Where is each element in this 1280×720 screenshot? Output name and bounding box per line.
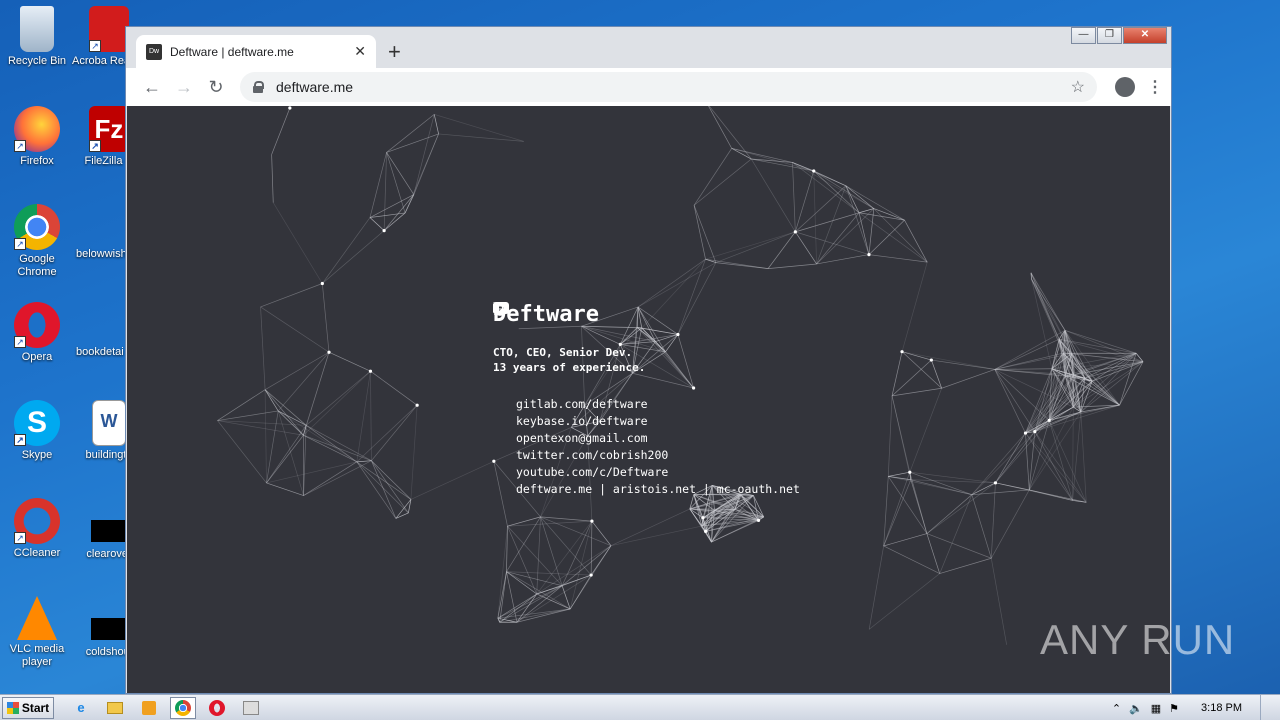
media-player-icon[interactable]: [136, 697, 162, 719]
link-gitlab[interactable]: gitlab.com/deftware: [493, 302, 800, 412]
taskbar: Start e ⌃ 🔈 ▦ ⚑ 3:18 PM: [0, 694, 1280, 720]
link-youtube[interactable]: youtube.com/c/Deftware: [493, 302, 800, 480]
tray-expand-icon[interactable]: ⌃: [1112, 702, 1121, 715]
bookmark-star-icon[interactable]: ☆: [1071, 77, 1085, 97]
browser-toolbar: ← → ↻ deftware.me ☆ ⋮: [126, 68, 1171, 106]
volume-icon[interactable]: 🔈: [1129, 702, 1143, 715]
link-text[interactable]: keybase.io/deftware: [516, 414, 648, 428]
filezilla-icon: Fz ↗: [89, 106, 129, 152]
address-bar[interactable]: deftware.me ☆: [240, 72, 1097, 102]
twitter-icon: [493, 302, 509, 462]
file-thumbnail: [91, 618, 127, 640]
show-desktop-button[interactable]: [1260, 695, 1272, 720]
desktop-icon-firefox[interactable]: ↗ Firefox: [0, 106, 74, 168]
youtube-icon: [493, 302, 509, 479]
chrome-icon: ↗: [14, 204, 60, 250]
opera-taskbar-icon[interactable]: [204, 697, 230, 719]
link-keybase[interactable]: keybase.io/deftware: [493, 302, 800, 429]
globe-icon: [493, 302, 509, 496]
page-viewport: Deftware CTO, CEO, Senior Dev. 13 years …: [127, 106, 1170, 693]
desktop-icon-chrome[interactable]: ↗ Google Chrome: [0, 204, 74, 279]
page-content: Deftware CTO, CEO, Senior Dev. 13 years …: [493, 302, 800, 497]
key-icon: [493, 302, 509, 428]
internet-explorer-icon[interactable]: e: [68, 697, 94, 719]
chrome-menu-icon[interactable]: ⋮: [1147, 77, 1163, 97]
browser-tab[interactable]: Dw Deftware | deftware.me ✕: [136, 35, 376, 68]
deftware-favicon-icon: Dw: [146, 43, 162, 60]
intro-text: CTO, CEO, Senior Dev. 13 years of experi…: [493, 345, 800, 375]
new-tab-button[interactable]: +: [388, 39, 401, 65]
reload-icon[interactable]: ↻: [200, 77, 232, 98]
close-window-button[interactable]: ✕: [1123, 27, 1167, 44]
file-explorer-icon[interactable]: [102, 697, 128, 719]
vlc-icon: [17, 596, 57, 640]
ccleaner-icon: ↗: [14, 498, 60, 544]
mail-icon: [493, 302, 509, 445]
start-label: Start: [21, 700, 50, 715]
acrobat-icon: ↗: [89, 6, 129, 52]
firefox-icon: ↗: [14, 106, 60, 152]
browser-window: — ❐ ✕ Dw Deftware | deftware.me ✕ + ← → …: [125, 26, 1172, 694]
windows-logo-icon: [6, 701, 19, 714]
profile-avatar-icon[interactable]: [1115, 77, 1135, 97]
recycle-bin-icon: [20, 6, 54, 52]
window-controls: — ❐ ✕: [1071, 27, 1167, 44]
desktop-icon-ccleaner[interactable]: ↗ CCleaner: [0, 498, 74, 560]
skype-icon: S ↗: [14, 400, 60, 446]
links-list: gitlab.com/deftware keybase.io/deftware …: [493, 302, 800, 497]
link-text[interactable]: gitlab.com/deftware: [516, 397, 648, 411]
link-twitter[interactable]: twitter.com/cobrish200: [493, 302, 800, 463]
github-icon: [493, 302, 509, 411]
page-title: Deftware: [493, 302, 599, 327]
anyrun-watermark: ANY RUN: [1040, 616, 1236, 663]
installer-taskbar-icon[interactable]: [238, 697, 264, 719]
link-text[interactable]: twitter.com/cobrish200: [516, 448, 668, 462]
action-center-flag-icon[interactable]: ⚑: [1169, 702, 1179, 715]
opera-icon: ↗: [14, 302, 60, 348]
back-arrow-icon[interactable]: ←: [136, 77, 168, 98]
intro-line-2: 13 years of experience.: [493, 361, 646, 374]
intro-line-1: CTO, CEO, Senior Dev.: [493, 346, 633, 359]
network-icon[interactable]: ▦: [1151, 702, 1161, 715]
file-thumbnail: [91, 520, 127, 542]
chrome-taskbar-icon[interactable]: [170, 696, 196, 719]
start-button[interactable]: Start: [2, 696, 54, 719]
desktop-icon-skype[interactable]: S ↗ Skype: [0, 400, 74, 462]
link-websites[interactable]: deftware.me | aristois.net | mc-oauth.ne…: [493, 302, 800, 497]
link-text[interactable]: deftware.me | aristois.net | mc-oauth.ne…: [516, 482, 800, 496]
address-bar-url[interactable]: deftware.me: [276, 79, 1071, 95]
link-email[interactable]: opentexon@gmail.com: [493, 302, 800, 446]
maximize-button[interactable]: ❐: [1097, 27, 1122, 44]
taskbar-pinned: e: [68, 696, 264, 719]
clock[interactable]: 3:18 PM: [1201, 702, 1242, 714]
tab-title: Deftware | deftware.me: [170, 44, 294, 59]
word-doc-icon: W: [92, 400, 126, 446]
desktop-icon-opera[interactable]: ↗ Opera: [0, 302, 74, 364]
minimize-button[interactable]: —: [1071, 27, 1096, 44]
link-text[interactable]: youtube.com/c/Deftware: [516, 465, 668, 479]
link-text[interactable]: opentexon@gmail.com: [516, 431, 648, 445]
forward-arrow-icon[interactable]: →: [168, 77, 200, 98]
tab-close-icon[interactable]: ✕: [354, 43, 366, 60]
desktop-icon-recycle-bin[interactable]: Recycle Bin: [0, 6, 74, 68]
system-tray: ⌃ 🔈 ▦ ⚑ 3:18 PM: [1112, 695, 1280, 720]
desktop-icon-vlc[interactable]: VLC media player: [0, 596, 74, 669]
lock-icon: [252, 81, 264, 93]
